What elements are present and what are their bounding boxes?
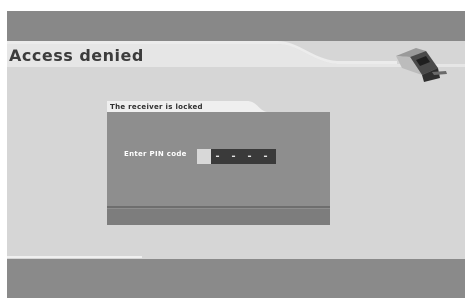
pin-label: Enter PIN code (124, 150, 187, 158)
page-title: Access denied (9, 46, 144, 65)
pin-digits: - - - - (212, 149, 271, 164)
pin-digit-3: - (246, 151, 253, 162)
bottom-divider (7, 256, 142, 258)
pin-input[interactable]: - - - - (197, 149, 276, 164)
pin-digit-4: - (262, 151, 269, 162)
pin-digit-1: - (214, 151, 221, 162)
bottom-bar (7, 259, 465, 298)
top-bar (7, 11, 465, 41)
receiver-logo-icon (396, 48, 447, 82)
pin-cursor (197, 149, 211, 164)
receiver-screen: Access denied The receiver is locked Ent… (7, 11, 465, 298)
dialog-title: The receiver is locked (110, 103, 203, 111)
pin-digit-2: - (230, 151, 237, 162)
